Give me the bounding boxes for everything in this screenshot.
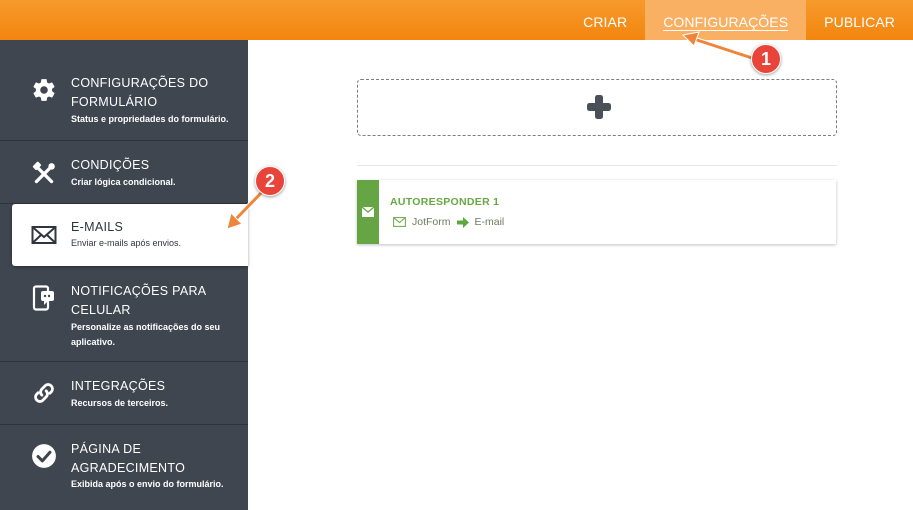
step-badge-2: 2 [255,166,285,196]
annotation-arrow-2 [226,189,265,230]
step-badge-1: 1 [751,44,781,74]
annotation-arrow-1 [681,31,755,61]
annotation-arrows [226,31,755,230]
